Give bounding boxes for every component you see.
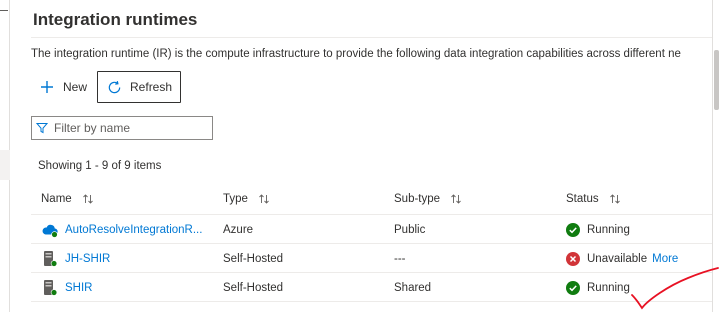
- refresh-icon: [106, 79, 122, 95]
- sort-icon: [450, 193, 462, 205]
- sort-icon: [82, 193, 94, 205]
- left-nav-selected-item[interactable]: [0, 150, 10, 180]
- page-description: The integration runtime (IR) is the comp…: [31, 48, 681, 60]
- table-header: Name Type Sub-type Status: [31, 182, 712, 215]
- refresh-button-label: Refresh: [130, 80, 173, 94]
- toolbar: New Refresh: [31, 71, 182, 103]
- runtime-name-link[interactable]: JH-SHIR: [65, 253, 110, 265]
- page-title: Integration runtimes: [33, 10, 198, 29]
- vertical-scrollbar[interactable]: [712, 0, 720, 312]
- name-cell: JH-SHIR: [41, 244, 110, 273]
- new-button[interactable]: New: [31, 71, 96, 103]
- refresh-button[interactable]: Refresh: [97, 71, 182, 103]
- subtype-cell: Public: [394, 223, 426, 236]
- type-cell: Azure: [223, 223, 254, 236]
- type-cell: Self-Hosted: [223, 281, 284, 294]
- status-text: Unavailable: [587, 252, 648, 265]
- subtype-cell: Shared: [394, 281, 432, 294]
- more-link[interactable]: More: [652, 253, 678, 265]
- plus-icon: [39, 79, 55, 95]
- runtime-name-link[interactable]: AutoResolveIntegrationR...: [65, 224, 202, 236]
- left-nav-strip: [0, 0, 10, 312]
- column-header-label: Name: [41, 192, 72, 205]
- check-circle-icon: [566, 222, 580, 237]
- status-cell: Running: [566, 273, 630, 302]
- runtime-name-link[interactable]: SHIR: [65, 282, 92, 294]
- filter-box[interactable]: [31, 116, 213, 140]
- column-header-subtype[interactable]: Sub-type: [394, 182, 462, 215]
- server-runtime-icon: [41, 250, 59, 268]
- new-button-label: New: [63, 80, 88, 94]
- table-row[interactable]: AutoResolveIntegrationR... Azure Public …: [31, 215, 712, 244]
- column-header-type[interactable]: Type: [223, 182, 270, 215]
- filter-input[interactable]: [54, 121, 204, 135]
- cloud-runtime-icon: [41, 221, 59, 239]
- status-cell: Unavailable More: [566, 244, 678, 273]
- runtimes-table: Name Type Sub-type Status AutoResolveInt…: [31, 182, 712, 302]
- main-content: Integration runtimes The integration run…: [31, 0, 712, 312]
- column-header-status[interactable]: Status: [566, 182, 621, 215]
- type-cell: Self-Hosted: [223, 252, 284, 265]
- name-cell: AutoResolveIntegrationR...: [41, 215, 202, 244]
- status-text: Running: [587, 281, 630, 294]
- table-row[interactable]: SHIR Self-Hosted Shared Running: [31, 273, 712, 302]
- item-count: Showing 1 - 9 of 9 items: [38, 160, 162, 172]
- title-divider: [31, 37, 712, 38]
- column-header-label: Sub-type: [394, 192, 441, 205]
- status-cell: Running: [566, 215, 630, 244]
- left-nav-divider: [0, 10, 8, 11]
- sort-icon: [258, 193, 270, 205]
- filter-icon: [36, 122, 48, 134]
- subtype-cell: ---: [394, 252, 406, 265]
- server-runtime-icon: [41, 279, 59, 297]
- status-text: Running: [587, 223, 630, 236]
- error-circle-icon: [566, 251, 580, 266]
- name-cell: SHIR: [41, 273, 92, 302]
- column-header-label: Type: [223, 192, 248, 205]
- scrollbar-thumb[interactable]: [714, 50, 719, 110]
- check-circle-icon: [566, 280, 580, 295]
- table-row[interactable]: JH-SHIR Self-Hosted --- Unavailable More: [31, 244, 712, 273]
- column-header-label: Status: [566, 192, 599, 205]
- column-header-name[interactable]: Name: [41, 182, 94, 215]
- sort-icon: [609, 193, 621, 205]
